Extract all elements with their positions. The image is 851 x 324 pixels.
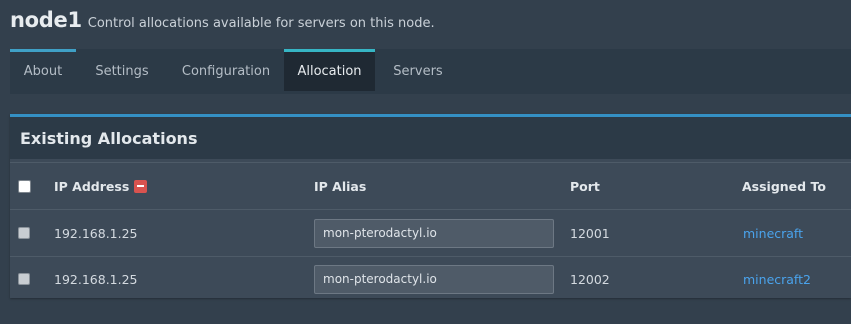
tab-allocation[interactable]: Allocation (284, 49, 375, 91)
select-all-cell (18, 163, 31, 209)
ip-address-header-label: IP Address (54, 178, 130, 194)
page-subtitle: Control allocations available for server… (87, 16, 435, 31)
ip-alias-cell (314, 257, 554, 301)
ip-alias-header: IP Alias (314, 178, 367, 194)
tab-servers[interactable]: Servers (375, 49, 461, 91)
existing-allocations-panel: Existing Allocations IP Address IP Alias… (10, 114, 851, 298)
panel-title: Existing Allocations (20, 128, 198, 148)
row-select-cell (18, 210, 30, 256)
assigned-server-link[interactable]: minecraft2 (743, 257, 811, 301)
assigned-to-header: Assigned To (742, 178, 826, 194)
row-checkbox[interactable] (18, 273, 30, 285)
tab-configuration[interactable]: Configuration (168, 49, 284, 91)
port-cell: 12001 (570, 225, 610, 241)
row-select-cell (18, 257, 30, 301)
row-checkbox[interactable] (18, 227, 30, 239)
table-row: 192.168.1.25 12002 minecraft2 (10, 256, 851, 301)
table-row: 192.168.1.25 12001 minecraft (10, 209, 851, 256)
port-header: Port (570, 178, 600, 194)
page-header: node1 Control allocations available for … (10, 8, 435, 40)
ip-alias-cell (314, 210, 554, 256)
panel-header: Existing Allocations (10, 117, 851, 159)
tab-settings[interactable]: Settings (76, 49, 168, 91)
node-tabs: About Settings Configuration Allocation … (10, 49, 851, 94)
page-title: node1 (10, 8, 82, 32)
ip-alias-input[interactable] (314, 218, 554, 248)
assigned-server-link[interactable]: minecraft (743, 210, 803, 256)
ip-address-cell: 192.168.1.25 (54, 225, 138, 241)
ip-address-header: IP Address (54, 163, 148, 209)
select-all-checkbox[interactable] (18, 179, 31, 193)
tab-about[interactable]: About (10, 49, 76, 91)
ip-address-cell: 192.168.1.25 (54, 271, 138, 287)
delete-selected-icon[interactable] (134, 179, 148, 193)
table-header-row: IP Address IP Alias Port Assigned To (10, 162, 851, 209)
port-cell: 12002 (570, 271, 610, 287)
ip-alias-input[interactable] (314, 264, 554, 294)
